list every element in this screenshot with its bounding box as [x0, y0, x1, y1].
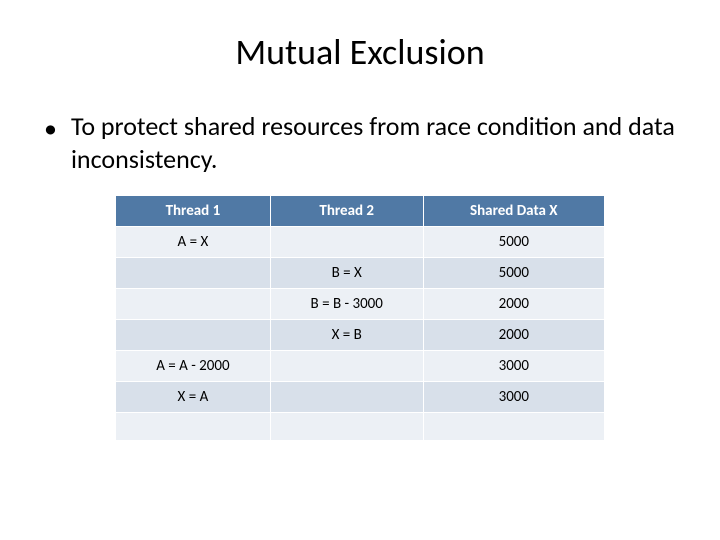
col-header-shared: Shared Data X [423, 196, 604, 227]
table-container: Thread 1 Thread 2 Shared Data X A = X 50… [40, 195, 680, 441]
table-header-row: Thread 1 Thread 2 Shared Data X [116, 196, 605, 227]
table-row: A = X 5000 [116, 227, 605, 258]
cell [116, 320, 271, 351]
col-header-thread1: Thread 1 [116, 196, 271, 227]
bullet-item: • To protect shared resources from race … [44, 110, 680, 175]
cell: 3000 [423, 351, 604, 382]
table-row [116, 413, 605, 441]
cell [423, 413, 604, 441]
cell: B = X [270, 258, 423, 289]
slide: Mutual Exclusion • To protect shared res… [0, 0, 720, 540]
table-row: A = A - 2000 3000 [116, 351, 605, 382]
cell [270, 227, 423, 258]
bullet-dot-icon: • [44, 112, 57, 145]
cell: 3000 [423, 382, 604, 413]
bullet-text: To protect shared resources from race co… [71, 110, 680, 175]
cell: 2000 [423, 320, 604, 351]
cell: A = A - 2000 [116, 351, 271, 382]
page-title: Mutual Exclusion [40, 30, 680, 74]
cell: 5000 [423, 258, 604, 289]
cell [116, 413, 271, 441]
table-row: X = B 2000 [116, 320, 605, 351]
cell [116, 258, 271, 289]
cell [270, 382, 423, 413]
cell [270, 413, 423, 441]
table-row: X = A 3000 [116, 382, 605, 413]
cell: X = A [116, 382, 271, 413]
cell: 5000 [423, 227, 604, 258]
cell: B = B - 3000 [270, 289, 423, 320]
cell: X = B [270, 320, 423, 351]
cell: 2000 [423, 289, 604, 320]
table-row: B = B - 3000 2000 [116, 289, 605, 320]
cell [270, 351, 423, 382]
cell [116, 289, 271, 320]
data-table: Thread 1 Thread 2 Shared Data X A = X 50… [115, 195, 605, 441]
cell: A = X [116, 227, 271, 258]
col-header-thread2: Thread 2 [270, 196, 423, 227]
table-row: B = X 5000 [116, 258, 605, 289]
